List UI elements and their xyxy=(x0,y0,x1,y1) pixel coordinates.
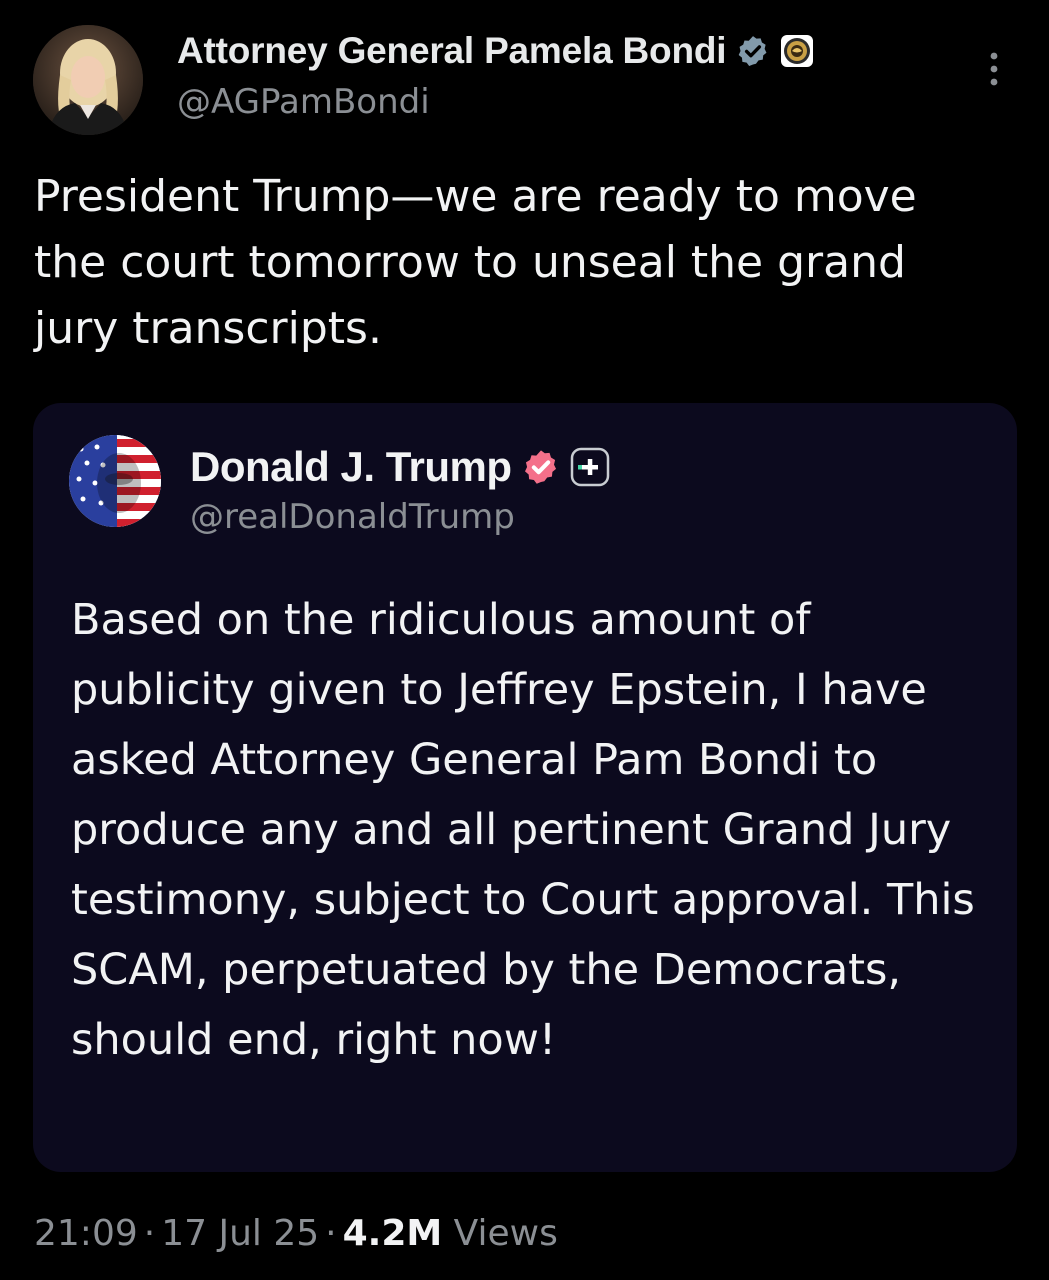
tweet-text: President Trump—we are ready to move the… xyxy=(34,171,917,354)
post-meta: 21:09 · 17 Jul 25 · 4.2M Views xyxy=(34,1213,558,1254)
author-avatar-image xyxy=(33,25,143,135)
doj-seal-icon[interactable] xyxy=(780,34,814,68)
author-avatar[interactable] xyxy=(33,25,143,135)
quoted-post-text: Based on the ridiculous amount of public… xyxy=(71,595,975,1065)
author-display-name[interactable]: Attorney General Pamela Bondi xyxy=(177,30,727,72)
meta-separator: · xyxy=(143,1213,156,1254)
truth-social-plus-icon[interactable] xyxy=(570,447,610,487)
quoted-author-name-row: Donald J. Trump xyxy=(190,443,610,491)
author-handle[interactable]: @AGPamBondi xyxy=(177,82,430,122)
more-options-icon[interactable] xyxy=(978,48,1010,90)
views-label: Views xyxy=(453,1213,558,1254)
quoted-avatar-image xyxy=(69,435,161,527)
post-time[interactable]: 21:09 xyxy=(34,1213,138,1254)
meta-separator: · xyxy=(325,1213,337,1254)
quoted-author-display-name[interactable]: Donald J. Trump xyxy=(190,443,512,491)
views-count: 4.2M xyxy=(342,1213,443,1254)
tweet: Attorney General Pamela Bondi @AGPamBond… xyxy=(0,0,1049,1280)
quoted-post[interactable]: Donald J. Trump @realDonaldTrump Based o… xyxy=(33,403,1017,1172)
pink-verified-badge-icon[interactable] xyxy=(522,448,560,486)
author-name-row: Attorney General Pamela Bondi xyxy=(177,30,814,72)
quoted-author-avatar[interactable] xyxy=(69,435,161,527)
post-date[interactable]: 17 Jul 25 xyxy=(161,1213,319,1254)
quoted-author-handle[interactable]: @realDonaldTrump xyxy=(190,497,515,537)
gray-verified-badge-icon[interactable] xyxy=(736,34,770,68)
